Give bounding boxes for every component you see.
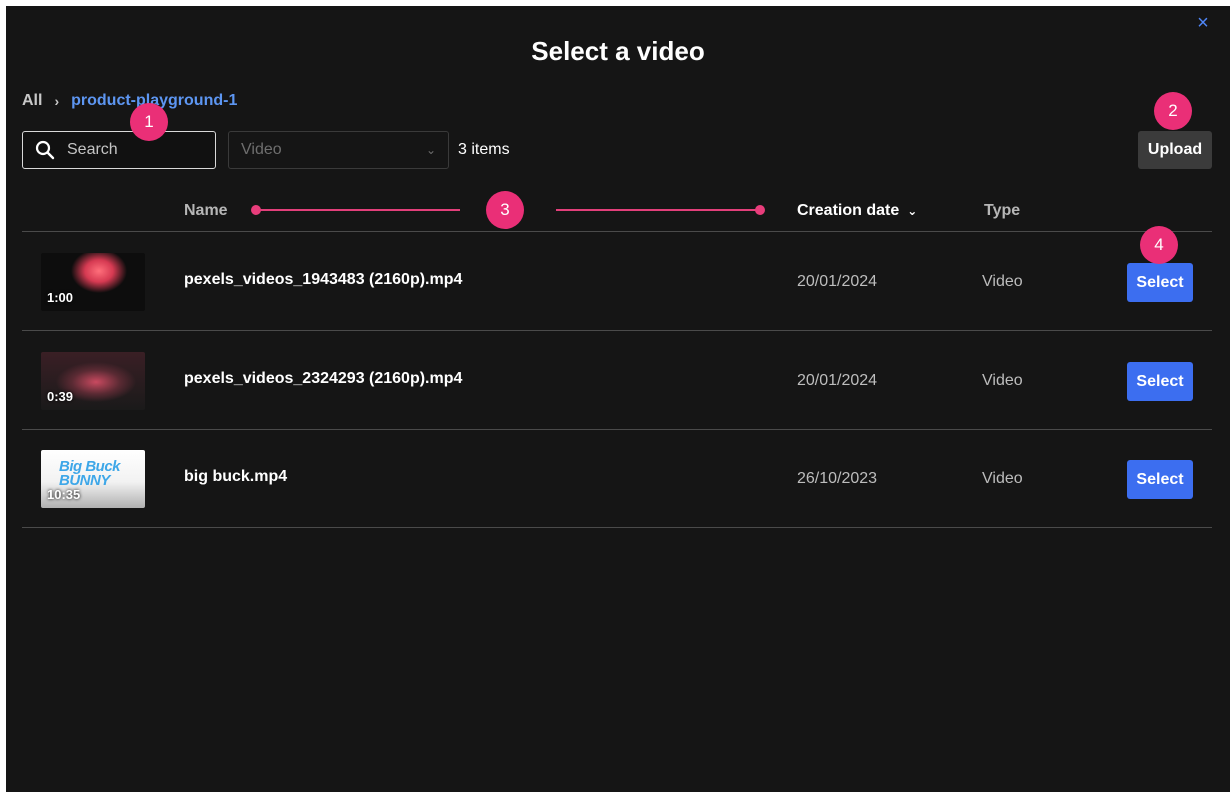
type-filter-select[interactable]: Video ⌄	[228, 131, 449, 169]
select-video-dialog: Select a video × All › product-playgroun…	[6, 6, 1230, 792]
callout-badge-2: 2	[1154, 92, 1192, 130]
table-row[interactable]: 0:39 pexels_videos_2324293 (2160p).mp4 2…	[22, 332, 1212, 430]
column-header-creation-date-label: Creation date	[797, 202, 900, 219]
thumbnail-logo: Big Buck BUNNY	[59, 458, 121, 489]
table-header: Name Creation date ⌄ Type	[22, 196, 1212, 232]
chevron-right-icon: ›	[54, 93, 60, 109]
callout-line-left	[258, 209, 460, 211]
callout-badge-3: 3	[486, 191, 524, 229]
video-creation-date: 20/01/2024	[797, 372, 878, 389]
callout-badge-1: 1	[130, 103, 168, 141]
item-count: 3 items	[458, 141, 510, 158]
column-header-creation-date[interactable]: Creation date ⌄	[797, 202, 917, 220]
video-duration: 0:39	[47, 389, 74, 404]
table-row[interactable]: 1:00 pexels_videos_1943483 (2160p).mp4 2…	[22, 233, 1212, 331]
breadcrumb-all-link[interactable]: All	[22, 92, 42, 110]
video-type: Video	[982, 372, 1023, 389]
chevron-down-icon: ⌄	[425, 143, 436, 157]
search-box[interactable]	[22, 131, 216, 169]
breadcrumb: All › product-playground-1	[22, 92, 237, 110]
callout-badge-4: 4	[1140, 226, 1178, 264]
video-creation-date: 20/01/2024	[797, 273, 878, 290]
video-creation-date: 26/10/2023	[797, 470, 878, 487]
close-icon[interactable]: ×	[1194, 13, 1212, 33]
video-name: big buck.mp4	[184, 468, 288, 485]
search-input[interactable]	[67, 141, 197, 159]
select-button[interactable]: Select	[1127, 460, 1193, 499]
video-name: pexels_videos_2324293 (2160p).mp4	[184, 370, 463, 387]
dialog-title: Select a video	[531, 36, 705, 66]
table-row[interactable]: Big Buck BUNNY 10:35 big buck.mp4 26/10/…	[22, 430, 1212, 528]
video-duration: 10:35	[47, 487, 81, 502]
callout-line-right	[556, 209, 756, 211]
select-button[interactable]: Select	[1127, 362, 1193, 401]
video-type: Video	[982, 273, 1023, 290]
callout-line-end-dot	[755, 205, 765, 215]
search-icon	[35, 140, 55, 160]
select-button[interactable]: Select	[1127, 263, 1193, 302]
video-thumbnail[interactable]: Big Buck BUNNY 10:35	[41, 450, 145, 508]
video-thumbnail[interactable]: 1:00	[41, 253, 145, 311]
type-filter-value: Video	[241, 141, 282, 158]
video-duration: 1:00	[47, 290, 74, 305]
video-type: Video	[982, 470, 1023, 487]
column-header-name[interactable]: Name	[184, 202, 228, 220]
video-name: pexels_videos_1943483 (2160p).mp4	[184, 271, 463, 288]
sort-chevron-down-icon: ⌄	[907, 204, 918, 218]
video-thumbnail[interactable]: 0:39	[41, 352, 145, 410]
column-header-type[interactable]: Type	[984, 202, 1020, 220]
upload-button[interactable]: Upload	[1138, 131, 1212, 169]
